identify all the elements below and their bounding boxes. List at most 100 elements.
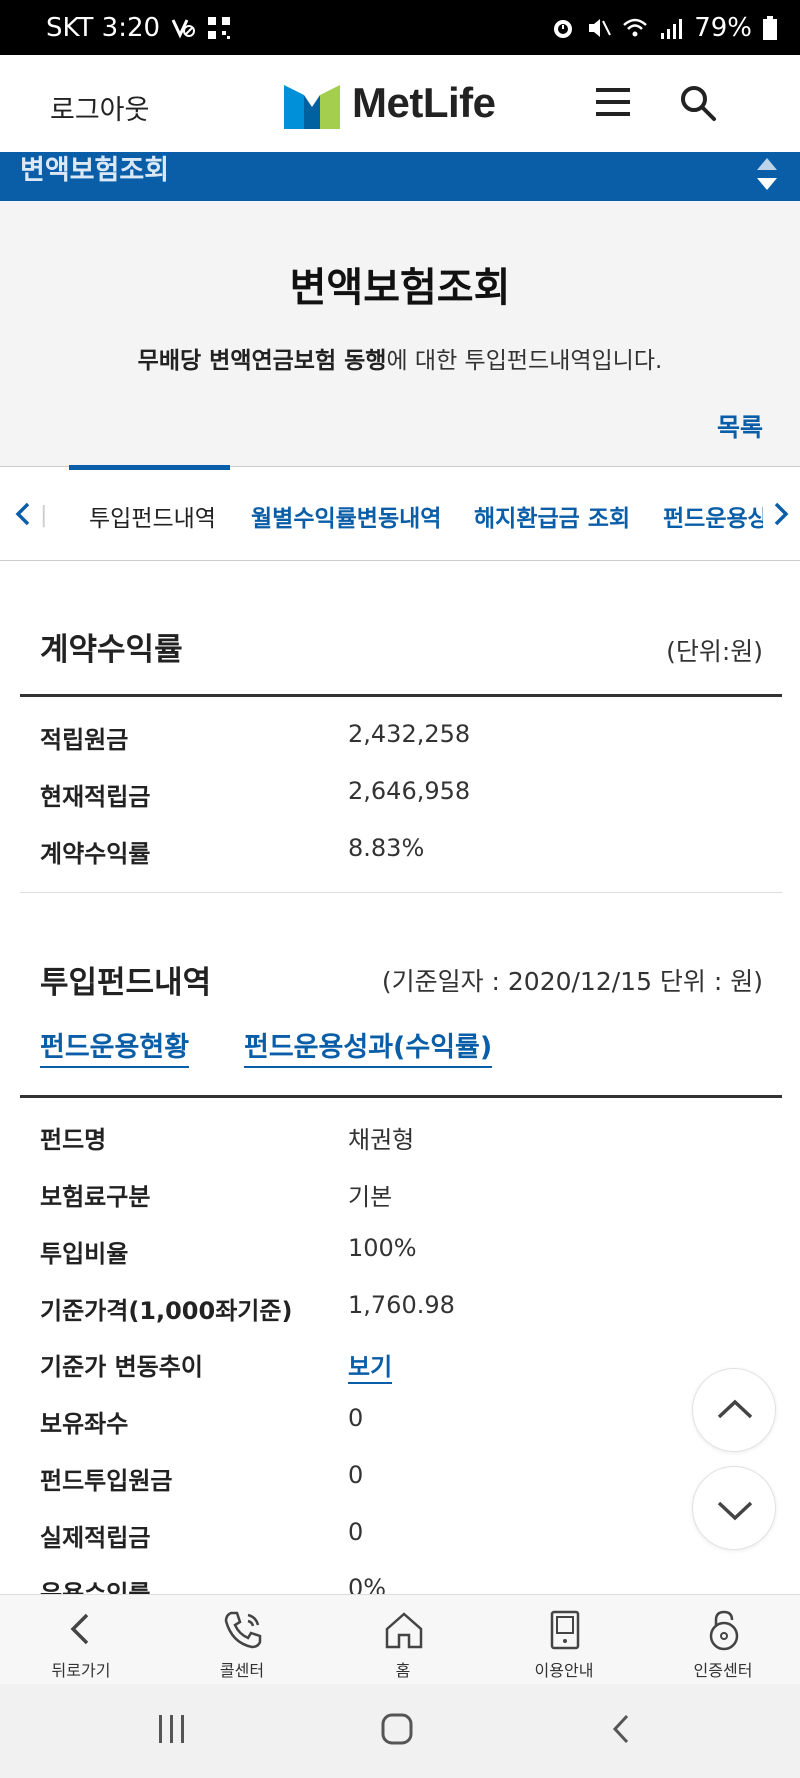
system-back-icon[interactable] xyxy=(608,1712,634,1746)
tab-monthly-returns[interactable]: 월별수익률변동내역 xyxy=(251,499,441,533)
chevron-up-icon xyxy=(717,1399,753,1419)
lock-icon xyxy=(709,1610,739,1651)
table-row: 현재적립금 2,646,958 xyxy=(40,777,760,817)
nav-label: 인증센터 xyxy=(693,1661,753,1680)
fund-status-link[interactable]: 펀드운용현황 xyxy=(40,1025,190,1068)
battery-icon xyxy=(763,15,777,40)
fund-performance-link[interactable]: 펀드운용성과(수익률) xyxy=(244,1025,493,1068)
nav-guide[interactable]: 이용안내 xyxy=(499,1595,629,1685)
phone-icon xyxy=(224,1611,262,1649)
logo-text: MetLife xyxy=(352,79,496,126)
nav-label: 뒤로가기 xyxy=(51,1661,111,1680)
contract-return-title: 계약수익률 xyxy=(40,632,183,668)
table-row: 보유좌수 0 xyxy=(40,1404,760,1444)
sort-arrows-icon[interactable] xyxy=(754,156,780,192)
fund-detail-title: 투입펀드내역 xyxy=(40,965,212,1001)
metlife-mark-icon xyxy=(284,85,340,129)
active-tab-indicator xyxy=(69,465,230,470)
carrier-time: SKT 3:20 xyxy=(46,12,161,43)
description-text: 에 대한 투입펀드내역입니다. xyxy=(386,348,663,374)
row-label: 펀드투입원금 xyxy=(40,1467,173,1495)
row-value: 기본 xyxy=(348,1183,393,1211)
nav-label: 콜센터 xyxy=(219,1661,265,1680)
tab-fade: | xyxy=(40,503,48,528)
fund-detail-meta: (기준일자 : 2020/12/15 단위 : 원) xyxy=(381,967,763,996)
scroll-down-button[interactable] xyxy=(692,1466,776,1550)
row-value: 0 xyxy=(348,1518,364,1546)
mute-icon xyxy=(589,18,612,37)
row-value: 채권형 xyxy=(348,1126,415,1154)
tab-bar: | 투입펀드내역 월별수익률변동내역 해지환급금 조회 펀드운용상 xyxy=(0,465,800,561)
row-label: 실제적립금 xyxy=(40,1524,151,1552)
chevron-left-icon[interactable] xyxy=(12,501,34,527)
table-row: 적립원금 2,432,258 xyxy=(40,720,760,760)
vowifi-icon xyxy=(171,18,196,39)
row-value: 2,432,258 xyxy=(348,720,471,748)
page-hero: 변액보험조회 무배당 변액연금보험 동행에 대한 투입펀드내역입니다. 목록 xyxy=(0,201,800,466)
chevron-right-icon[interactable] xyxy=(770,501,792,527)
price-trend-view-link[interactable]: 보기 xyxy=(348,1347,393,1384)
row-value: 0 xyxy=(348,1404,364,1432)
alarm-icon xyxy=(554,19,573,38)
guide-icon xyxy=(550,1610,580,1650)
row-label: 보험료구분 xyxy=(40,1183,151,1211)
section-divider xyxy=(20,892,782,893)
site-header: 로그아웃 MetLife xyxy=(0,55,800,152)
row-label: 투입비율 xyxy=(40,1240,129,1268)
logout-link[interactable]: 로그아웃 xyxy=(50,88,149,127)
product-name: 무배당 변액연금보험 동행 xyxy=(137,348,387,374)
table-row: 펀드명 채권형 xyxy=(40,1120,760,1160)
nav-label: 이용안내 xyxy=(534,1661,594,1680)
page-title: 변액보험조회 xyxy=(289,265,511,311)
table-row: 펀드투입원금 0 xyxy=(40,1461,760,1501)
row-label: 계약수익률 xyxy=(40,840,151,868)
section-divider xyxy=(20,1095,782,1098)
scroll-up-button[interactable] xyxy=(692,1368,776,1452)
back-icon xyxy=(70,1613,89,1645)
search-icon[interactable] xyxy=(678,83,718,123)
nav-auth-center[interactable]: 인증센터 xyxy=(658,1595,788,1685)
list-link[interactable]: 목록 xyxy=(717,408,763,444)
row-label: 적립원금 xyxy=(40,726,129,754)
system-nav-bar xyxy=(0,1684,800,1778)
row-label: 현재적립금 xyxy=(40,783,151,811)
contract-return-unit: (단위:원) xyxy=(666,637,763,666)
chevron-down-icon xyxy=(717,1501,753,1521)
battery-percent: 79% xyxy=(694,12,752,43)
signal-icon xyxy=(661,18,683,39)
table-row: 보험료구분 기본 xyxy=(40,1177,760,1217)
table-row: 계약수익률 8.83% xyxy=(40,834,760,874)
row-value: 8.83% xyxy=(348,834,425,862)
table-row: 실제적립금 0 xyxy=(40,1518,760,1558)
nav-back[interactable]: 뒤로가기 xyxy=(16,1595,146,1685)
row-label: 보유좌수 xyxy=(40,1410,129,1438)
home-icon xyxy=(385,1612,423,1649)
tab-fund-operation[interactable]: 펀드운용상 xyxy=(663,499,763,533)
row-value: 1,760.98 xyxy=(348,1291,455,1319)
section-nav-title: 변액보험조회 xyxy=(20,155,170,186)
wifi-icon xyxy=(623,18,648,36)
row-label: 기준가 변동추이 xyxy=(40,1353,203,1381)
table-row: 기준가격(1,000좌기준) 1,760.98 xyxy=(40,1291,760,1331)
nav-label: 홈 xyxy=(395,1661,411,1680)
section-divider xyxy=(20,694,782,697)
qr-icon xyxy=(208,16,231,39)
row-value: 0 xyxy=(348,1461,364,1489)
page-description: 무배당 변액연금보험 동행에 대한 투입펀드내역입니다. xyxy=(0,341,800,375)
row-label: 펀드명 xyxy=(40,1126,107,1154)
nav-home[interactable]: 홈 xyxy=(338,1595,468,1685)
home-button-icon[interactable] xyxy=(380,1712,414,1746)
status-bar: SKT 3:20 79% xyxy=(0,0,800,55)
table-row: 기준가 변동추이 보기 xyxy=(40,1347,760,1387)
row-value: 100% xyxy=(348,1234,417,1262)
metlife-logo[interactable]: MetLife xyxy=(284,77,496,129)
row-label: 기준가격(1,000좌기준) xyxy=(40,1297,293,1325)
tab-fund-history[interactable]: 투입펀드내역 xyxy=(89,499,216,533)
bottom-nav: 뒤로가기 콜센터 홈 이용안내 인증센터 xyxy=(0,1594,800,1684)
recent-apps-icon[interactable] xyxy=(156,1712,188,1746)
nav-callcenter[interactable]: 콜센터 xyxy=(177,1595,307,1685)
menu-icon[interactable] xyxy=(596,87,630,117)
tab-surrender-value[interactable]: 해지환급금 조회 xyxy=(474,499,630,533)
section-nav-bar[interactable]: 변액보험조회 xyxy=(0,152,800,201)
row-value: 2,646,958 xyxy=(348,777,471,805)
